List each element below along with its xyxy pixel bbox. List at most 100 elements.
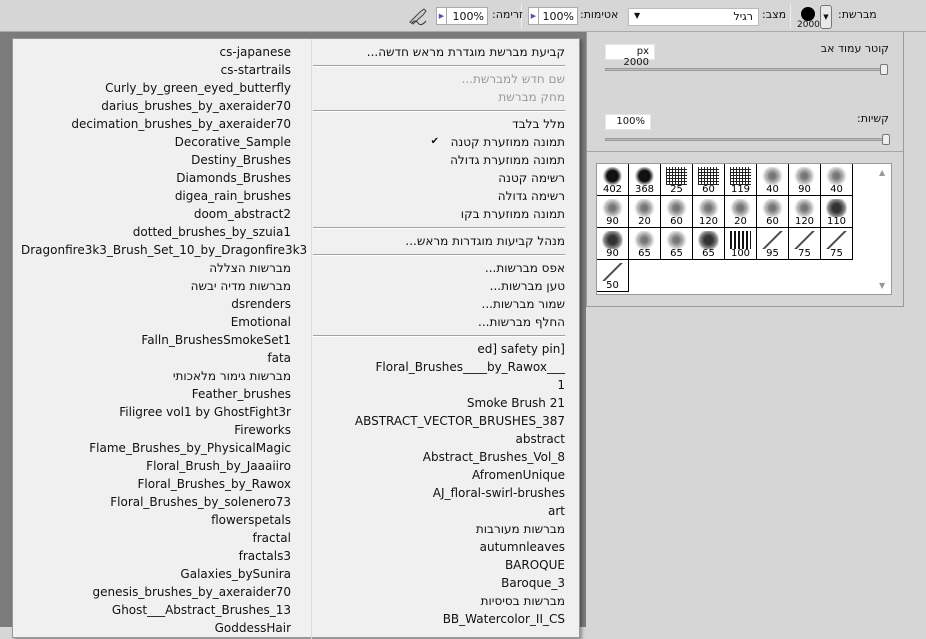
menu-item-brush-library[interactable]: מברשות הצללה (21, 259, 291, 277)
brush-thumbnail[interactable]: 110 (821, 196, 853, 228)
menu-item-brush-library[interactable]: Filigree vol1 by GhostFight3r (21, 403, 291, 421)
menu-item-brush-library[interactable]: Feather_brushes (21, 385, 291, 403)
diameter-slider[interactable] (605, 64, 888, 75)
menu-item[interactable]: מנהל קביעות מוגדרות מראש... (313, 232, 565, 250)
menu-item-brush-library[interactable]: Emotional (21, 313, 291, 331)
menu-item-brush-library[interactable]: Curly_by_green_eyed_butterfly (21, 79, 291, 97)
menu-item[interactable]: קביעת מברשת מוגדרת מראש חדשה... (313, 43, 565, 61)
diameter-input[interactable]: px 2000 (605, 44, 655, 68)
menu-item[interactable]: ✔ תמונה ממוזערת קטנה (313, 133, 565, 151)
brush-thumbnail[interactable]: 50 (597, 260, 629, 292)
brush-thumbnail[interactable]: 120 (693, 196, 725, 228)
menu-item-brush-library[interactable]: digea_rain_brushes (21, 187, 291, 205)
menu-item[interactable]: שם חדש למברשת... (313, 70, 566, 88)
menu-item[interactable]: Baroque_3 (313, 574, 565, 592)
menu-item-brush-library[interactable]: Diamonds_Brushes (21, 169, 291, 187)
menu-item-brush-library[interactable]: darius_brushes_by_axeraider70 (21, 97, 291, 115)
menu-item[interactable]: 1 (313, 376, 565, 394)
flow-slider-arrow-icon[interactable]: ▶ (436, 7, 447, 25)
brush-thumbnail[interactable]: 20 (629, 196, 661, 228)
menu-item[interactable]: BAROQUE (313, 556, 565, 574)
menu-item-brush-library[interactable]: Galaxies_bySunira (21, 565, 291, 583)
brush-thumbnail[interactable]: 368 (629, 164, 661, 196)
brush-thumbnail[interactable]: 60 (757, 196, 789, 228)
mode-select[interactable]: ▼ רגיל (628, 8, 759, 26)
brush-thumbnail[interactable]: 40 (757, 164, 789, 196)
menu-item[interactable]: שמור מברשות... (313, 295, 565, 313)
brush-thumbnail[interactable]: 75 (821, 228, 853, 260)
menu-item[interactable]: תמונה ממוזערת גדולה (313, 151, 565, 169)
opacity-slider-arrow-icon[interactable]: ▶ (528, 7, 539, 25)
menu-item-brush-library[interactable]: Fireworks (21, 421, 291, 439)
menu-item-brush-library[interactable]: genesis_brushes_by_axeraider70 (21, 583, 292, 601)
menu-item-brush-library[interactable]: מברשות גימור מלאכותי (21, 367, 291, 385)
airbrush-icon[interactable] (408, 6, 430, 26)
menu-item[interactable]: רשימה גדולה (313, 187, 565, 205)
menu-item-brush-library[interactable]: Floral_Brushes_by_solenero73 (21, 493, 291, 511)
menu-item-brush-library[interactable]: מברשות מדיה יבשה (21, 277, 291, 295)
menu-item[interactable]: abstract (313, 430, 565, 448)
opacity-input[interactable]: 100% (538, 7, 578, 25)
menu-item[interactable]: מלל בלבד (313, 115, 565, 133)
menu-item[interactable]: Abstract_Brushes_Vol_8 (313, 448, 565, 466)
menu-item-brush-library[interactable]: decimation_brushes_by_axeraider70 (21, 115, 291, 133)
menu-item[interactable]: אפס מברשות... (313, 259, 565, 277)
menu-item-brush-library[interactable]: fractal (21, 529, 291, 547)
menu-item[interactable]: תמונה ממוזערת בקו (313, 205, 565, 223)
brush-thumbnail[interactable]: 65 (661, 228, 693, 260)
menu-item-brush-library[interactable]: Dragonfire3k3_Brush_Set_10_by_Dragonfire… (21, 241, 307, 259)
menu-item[interactable]: autumnleaves (313, 538, 565, 556)
scroll-up-icon[interactable]: ▲ (879, 168, 885, 177)
slider-thumb[interactable] (882, 134, 890, 145)
menu-item-brush-library[interactable]: Floral_Brush_by_Jaaaiiro (21, 457, 291, 475)
menu-item-brush-library[interactable]: GoddessHair (21, 619, 291, 637)
brush-preview-icon[interactable] (801, 7, 815, 21)
menu-item-brush-library[interactable]: Floral_Brushes_by_Rawox (21, 475, 292, 493)
menu-item-brush-library[interactable]: doom_abstract2 (21, 205, 291, 223)
brush-thumbnail[interactable]: 90 (597, 196, 629, 228)
menu-item[interactable]: AfromenUnique (313, 466, 565, 484)
menu-item-brush-library[interactable]: fata (21, 349, 291, 367)
brush-thumbnail[interactable]: 60 (661, 196, 693, 228)
brush-thumbnail[interactable]: 95 (757, 228, 789, 260)
menu-item[interactable]: Floral_Brushes____by_Rawox___ (313, 358, 566, 376)
menu-item[interactable]: טען מברשות... (313, 277, 565, 295)
menu-item[interactable]: ABSTRACT_VECTOR_BRUSHES_387 (313, 412, 565, 430)
menu-item[interactable]: רשימה קטנה (313, 169, 565, 187)
brush-thumbnail[interactable]: 90 (597, 228, 629, 260)
menu-item[interactable]: AJ_floral-swirl-brushes (313, 484, 565, 502)
brush-picker-button[interactable]: ▼ (820, 5, 832, 29)
brush-thumbnail[interactable]: 25 (661, 164, 693, 196)
menu-item[interactable]: החלף מברשות... (313, 313, 565, 331)
menu-item[interactable]: מחק מברשת (313, 88, 565, 106)
brush-thumbnail[interactable]: 120 (789, 196, 821, 228)
menu-item[interactable]: BB_Watercolor_II_CS (313, 610, 565, 628)
menu-item-brush-library[interactable]: cs-startrails (21, 61, 291, 79)
menu-item-brush-library[interactable]: Ghost___Abstract_Brushes_13 (21, 601, 291, 619)
hardness-input[interactable]: 100% (605, 114, 651, 130)
menu-item[interactable]: Smoke Brush 21 (313, 394, 565, 412)
menu-item-brush-library[interactable]: Decorative_Sample (21, 133, 291, 151)
brush-thumbnail[interactable]: 402 (597, 164, 629, 196)
brush-thumbnail[interactable]: 65 (629, 228, 661, 260)
brush-thumbnail[interactable]: 90 (789, 164, 821, 196)
menu-item-brush-library[interactable]: dsrenders (21, 295, 291, 313)
brush-thumbnail[interactable]: 65 (693, 228, 725, 260)
hardness-slider[interactable] (605, 134, 890, 145)
brush-thumbnail[interactable]: 20 (725, 196, 757, 228)
flow-input[interactable]: 100% (446, 7, 488, 25)
menu-item-brush-library[interactable]: Flame_Brushes_by_PhysicalMagic (21, 439, 291, 457)
brush-thumbnail[interactable]: 40 (821, 164, 853, 196)
brush-thumbnail[interactable]: 75 (789, 228, 821, 260)
scrollbar[interactable]: ▲ ▼ (876, 164, 891, 294)
menu-item-brush-library[interactable]: dotted_brushes_by_szuia1 (21, 223, 291, 241)
menu-item[interactable]: art (313, 502, 565, 520)
brush-thumbnail[interactable]: 60 (693, 164, 725, 196)
menu-item-brush-library[interactable]: fractals3 (21, 547, 291, 565)
menu-item-brush-library[interactable]: cs-japanese (21, 43, 291, 61)
menu-item[interactable]: ed] safety pin] (313, 340, 565, 358)
menu-item-brush-library[interactable]: Destiny_Brushes (21, 151, 291, 169)
menu-item-brush-library[interactable]: flowerspetals (21, 511, 291, 529)
slider-thumb[interactable] (880, 64, 888, 75)
menu-item[interactable]: מברשות בסיסיות (313, 592, 565, 610)
